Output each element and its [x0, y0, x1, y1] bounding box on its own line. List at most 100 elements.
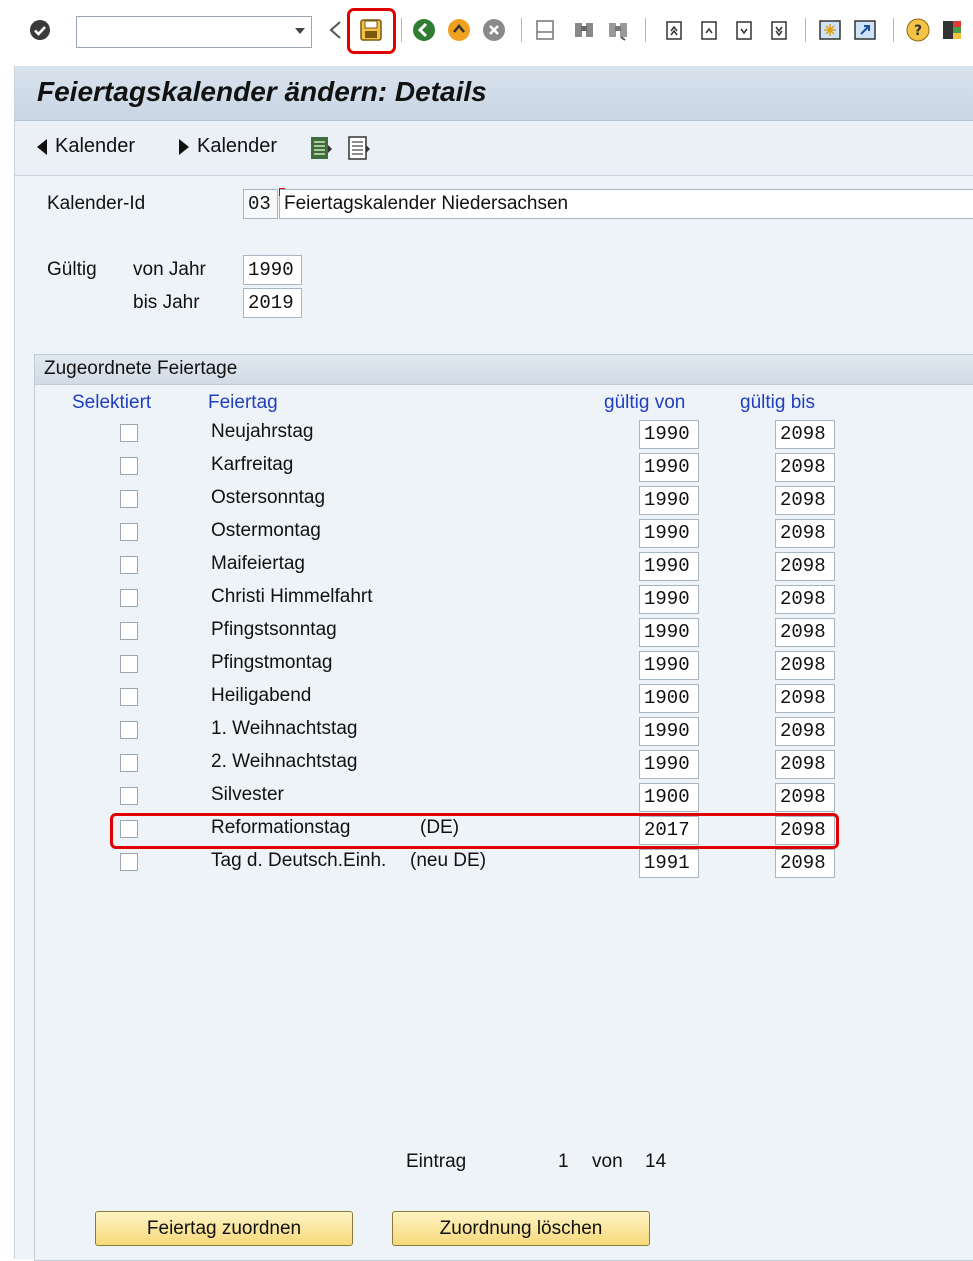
- find-icon[interactable]: [572, 18, 596, 42]
- row-select-checkbox[interactable]: [120, 688, 138, 706]
- valid-from-field[interactable]: 1990: [639, 585, 699, 614]
- select-all-icon[interactable]: [309, 135, 333, 166]
- find-next-icon[interactable]: [606, 18, 630, 42]
- valid-from-field[interactable]: 1990: [639, 651, 699, 680]
- entry-current: 1: [558, 1151, 569, 1172]
- print-icon[interactable]: [533, 18, 557, 42]
- table-row[interactable]: Christi Himmelfahrt 1990 2098: [34, 584, 973, 617]
- table-row[interactable]: Ostermontag 1990 2098: [34, 518, 973, 551]
- valid-to-field[interactable]: 2098: [775, 750, 835, 779]
- required-marker: [279, 188, 280, 196]
- table-row[interactable]: 1. Weihnachtstag 1990 2098: [34, 716, 973, 749]
- valid-from-field[interactable]: 1990: [639, 618, 699, 647]
- valid-from-field[interactable]: 1991: [639, 849, 699, 878]
- valid-from-field[interactable]: 1990: [639, 552, 699, 581]
- column-header-selected[interactable]: Selektiert: [72, 392, 151, 414]
- row-select-checkbox[interactable]: [120, 787, 138, 805]
- required-marker-top: [279, 188, 285, 189]
- valid-to-field[interactable]: 2098: [775, 420, 835, 449]
- valid-to-field[interactable]: 2098: [775, 717, 835, 746]
- new-session-icon[interactable]: [818, 18, 842, 42]
- holiday-name: Tag d. Deutsch.Einh.: [211, 850, 387, 871]
- row-select-checkbox[interactable]: [120, 853, 138, 871]
- valid-from-field[interactable]: 1990: [639, 420, 699, 449]
- next-page-icon[interactable]: [732, 18, 756, 42]
- from-year-field[interactable]: 1990: [243, 255, 302, 285]
- help-icon[interactable]: ?: [906, 18, 930, 42]
- command-input[interactable]: [81, 17, 285, 47]
- check-icon[interactable]: [28, 18, 52, 42]
- application-toolbar: Kalender Kalender: [15, 121, 973, 176]
- row-select-checkbox[interactable]: [120, 490, 138, 508]
- calendar-name-field[interactable]: Feiertagskalender Niedersachsen: [279, 189, 973, 219]
- save-icon[interactable]: [359, 18, 383, 42]
- valid-from-field[interactable]: 1990: [639, 750, 699, 779]
- table-row[interactable]: Silvester 1900 2098: [34, 782, 973, 815]
- svg-text:?: ?: [914, 23, 922, 39]
- previous-calendar-button[interactable]: Kalender: [37, 135, 135, 158]
- table-row[interactable]: Neujahrstag 1990 2098: [34, 419, 973, 452]
- exit-icon[interactable]: [447, 18, 471, 42]
- row-select-checkbox[interactable]: [120, 589, 138, 607]
- row-select-checkbox[interactable]: [120, 655, 138, 673]
- table-row[interactable]: Karfreitag 1990 2098: [34, 452, 973, 485]
- last-page-icon[interactable]: [767, 18, 791, 42]
- back-icon[interactable]: [412, 18, 436, 42]
- valid-to-field[interactable]: 2098: [775, 849, 835, 878]
- valid-from-field[interactable]: 1900: [639, 684, 699, 713]
- shortcut-icon[interactable]: [853, 18, 877, 42]
- table-row[interactable]: Heiligabend 1900 2098: [34, 683, 973, 716]
- delete-assignment-button[interactable]: Zuordnung löschen: [392, 1211, 650, 1246]
- row-select-checkbox[interactable]: [120, 457, 138, 475]
- valid-from-field[interactable]: 1990: [639, 519, 699, 548]
- table-row[interactable]: Maifeiertag 1990 2098: [34, 551, 973, 584]
- column-header-valid-to[interactable]: gültig bis: [740, 392, 815, 414]
- table-row[interactable]: Pfingstsonntag 1990 2098: [34, 617, 973, 650]
- toolbar-separator: [401, 18, 402, 42]
- entry-total: 14: [645, 1151, 667, 1172]
- layout-icon[interactable]: [940, 18, 964, 42]
- assign-holiday-button[interactable]: Feiertag zuordnen: [95, 1211, 353, 1246]
- deselect-all-icon[interactable]: [347, 135, 371, 166]
- valid-from-field[interactable]: 1990: [639, 486, 699, 515]
- column-header-valid-from[interactable]: gültig von: [604, 392, 685, 414]
- cancel-icon[interactable]: [482, 18, 506, 42]
- row-select-checkbox[interactable]: [120, 622, 138, 640]
- valid-from-field[interactable]: 1990: [639, 453, 699, 482]
- next-calendar-button[interactable]: Kalender: [179, 135, 277, 158]
- holiday-name: Pfingstmontag: [211, 652, 333, 673]
- table-row[interactable]: Ostersonntag 1990 2098: [34, 485, 973, 518]
- column-header-holiday[interactable]: Feiertag: [208, 392, 278, 414]
- table-row[interactable]: 2. Weihnachtstag 1990 2098: [34, 749, 973, 782]
- chevron-down-icon[interactable]: [295, 28, 305, 34]
- holiday-name: Pfingstsonntag: [211, 619, 337, 640]
- row-select-checkbox[interactable]: [120, 556, 138, 574]
- valid-to-field[interactable]: 2098: [775, 453, 835, 482]
- table-row[interactable]: Pfingstmontag 1990 2098: [34, 650, 973, 683]
- calendar-id-field[interactable]: 03: [243, 189, 278, 219]
- prev-page-icon[interactable]: [697, 18, 721, 42]
- valid-from-field[interactable]: 1900: [639, 783, 699, 812]
- valid-to-field[interactable]: 2098: [775, 783, 835, 812]
- valid-to-field[interactable]: 2098: [775, 486, 835, 515]
- valid-to-field[interactable]: 2098: [775, 585, 835, 614]
- to-year-field[interactable]: 2019: [243, 288, 302, 318]
- valid-from-field[interactable]: 1990: [639, 717, 699, 746]
- row-select-checkbox[interactable]: [120, 754, 138, 772]
- command-field[interactable]: [76, 16, 312, 48]
- system-toolbar: ?: [0, 0, 973, 64]
- row-select-checkbox[interactable]: [120, 721, 138, 739]
- valid-to-field[interactable]: 2098: [775, 519, 835, 548]
- valid-to-field[interactable]: 2098: [775, 651, 835, 680]
- table-row[interactable]: Tag d. Deutsch.Einh. (neu DE) 1991 2098: [34, 848, 973, 881]
- row-select-checkbox[interactable]: [120, 523, 138, 541]
- valid-to-field[interactable]: 2098: [775, 618, 835, 647]
- entry-of-label: von: [592, 1151, 623, 1172]
- first-page-icon[interactable]: [662, 18, 686, 42]
- holiday-name: 2. Weihnachtstag: [211, 751, 358, 772]
- back-nav-icon[interactable]: [324, 18, 348, 42]
- valid-to-field[interactable]: 2098: [775, 552, 835, 581]
- row-select-checkbox[interactable]: [120, 424, 138, 442]
- entry-label: Eintrag: [406, 1151, 467, 1172]
- valid-to-field[interactable]: 2098: [775, 684, 835, 713]
